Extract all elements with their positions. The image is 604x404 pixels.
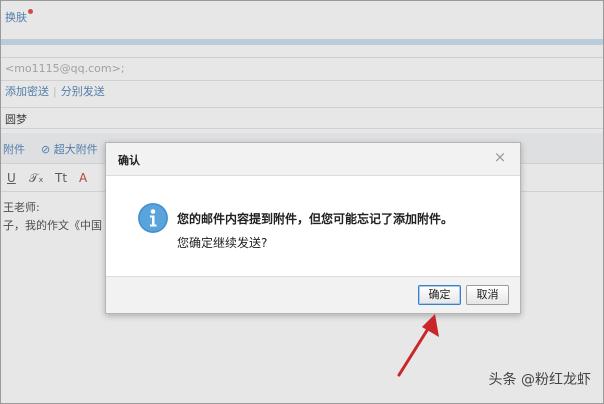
dialog-footer: 确定 取消 — [106, 276, 520, 313]
screenshot-frame: 换肤 <mo1115@qq.com>; 添加密送 | 分别发送 圆梦 附件 ⊘ 超大… — [0, 0, 604, 404]
info-icon — [138, 203, 168, 233]
watermark: 头条 @粉红龙虾 — [488, 372, 591, 388]
dialog-title: 确认 — [118, 154, 140, 167]
dialog-message-question: 您确定继续发送? — [177, 236, 268, 250]
dialog-message-warning: 您的邮件内容提到附件，但您可能忘记了添加附件。 — [177, 212, 454, 226]
close-icon[interactable]: × — [492, 149, 508, 165]
dialog-header: 确认 × — [106, 143, 520, 176]
cancel-button[interactable]: 取消 — [466, 285, 509, 305]
confirm-dialog: 确认 × 您的邮件内容提到附件，但您可能忘记了添加附件。 您确定继续发送? 确定… — [105, 142, 521, 314]
ok-button[interactable]: 确定 — [418, 285, 461, 305]
